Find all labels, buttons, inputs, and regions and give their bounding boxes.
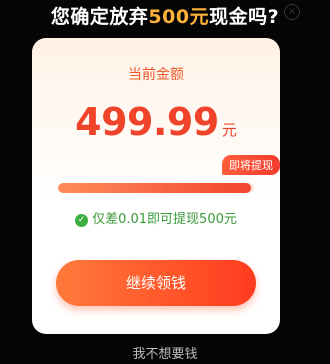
withdraw-soon-badge: 即将提现	[222, 155, 280, 175]
amount-card: 当前金额 499.99 元 即将提现 ✓ 仅差0.01即可提现500元 继续领钱	[32, 38, 280, 334]
card-label: 当前金额	[128, 67, 184, 83]
headline-highlight: 500元	[148, 6, 210, 28]
continue-button[interactable]: 继续领钱	[56, 260, 256, 306]
headline-prefix: 您确定放弃	[50, 6, 149, 28]
hint-text: 仅差0.01即可提现500元	[92, 212, 237, 227]
close-icon[interactable]: ×	[284, 4, 300, 20]
progress-bar	[58, 183, 254, 193]
headline-suffix: 现金吗?	[209, 6, 280, 28]
amount-unit: 元	[221, 121, 237, 139]
amount-value: 499.99	[75, 100, 219, 144]
progress-fill	[58, 183, 252, 193]
amount-row: 499.99 元	[32, 100, 280, 144]
check-circle-icon: ✓	[75, 214, 89, 227]
dialog-overlay: 您确定放弃500元现金吗? × 当前金额 499.99 元 即将提现 ✓ 仅差0.0…	[0, 0, 330, 364]
decline-link[interactable]: 我不想要钱	[0, 343, 330, 362]
dialog-headline: 您确定放弃500元现金吗?	[0, 2, 330, 29]
hint-row: ✓ 仅差0.01即可提现500元	[32, 208, 280, 227]
